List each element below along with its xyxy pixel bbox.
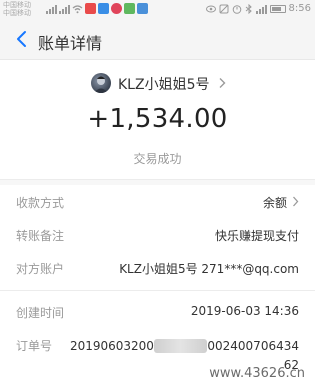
page-title: 账单详情 [38,34,103,53]
app-notification-icon [137,3,148,14]
carrier-label: 中国移动 [3,1,31,9]
watermark: www.43626.cn [209,366,305,381]
carrier-info: 中国移动 中国移动 [3,1,31,17]
order-number-suffix: 002400706434 [207,339,299,353]
detail-label: 收款方式 [16,196,65,210]
eye-icon [205,5,216,12]
redacted-block: 0000000 [153,339,208,353]
payee-avatar[interactable] [91,73,111,93]
bluetooth-icon [245,3,252,14]
app-notification-icon [124,3,135,14]
transaction-header: KLZ小姐姐5号 +1,534.00 交易成功 [0,60,315,180]
detail-label: 创建时间 [16,306,65,320]
detail-value: 快乐赚提现支付 [214,229,299,243]
detail-row-counterparty: 对方账户 KLZ小姐姐5号 271***@qq.com [0,251,315,284]
order-number-prefix: 20190603200 [69,339,154,353]
wifi-icon [72,4,83,13]
detail-row-created-time: 创建时间 2019-06-03 14:36 [0,295,315,328]
detail-row-payment-method[interactable]: 收款方式 余额 [0,185,315,218]
avatar-image [94,76,108,93]
divider [0,290,315,291]
payee-name[interactable]: KLZ小姐姐5号 [118,74,209,94]
detail-value: 2019-06-03 14:36 [190,304,299,318]
chevron-right-icon[interactable] [218,77,226,89]
system-status: 8:56 [205,3,311,14]
battery-icon [269,4,286,13]
detail-label: 订单号 [16,339,53,353]
app-notification-icon [111,3,122,14]
app-notification-icon [85,3,96,14]
notification-icons [46,3,148,14]
detail-label: 对方账户 [16,262,65,276]
cell-signal-icon [255,4,267,14]
signal-icon [46,4,57,14]
back-arrow-icon[interactable] [12,29,32,49]
carrier-label-2: 中国移动 [3,9,31,17]
status-bar: 中国移动 中国移动 8:56 [0,0,315,20]
alarm-icon [232,4,241,14]
detail-value: 余额 [262,196,287,210]
detail-label: 转账备注 [16,229,65,243]
nav-bar: 账单详情 [0,20,315,60]
signal-icon-2 [59,4,70,14]
transaction-amount: +1,534.00 [87,104,228,134]
mute-icon [219,4,229,13]
detail-value: KLZ小姐姐5号 271***@qq.com [119,262,299,276]
clock: 8:56 [288,3,311,14]
detail-row-transfer-note: 转账备注 快乐赚提现支付 [0,218,315,251]
app-notification-icon [98,3,109,14]
transaction-status: 交易成功 [133,152,182,166]
chevron-right-icon [293,196,299,207]
